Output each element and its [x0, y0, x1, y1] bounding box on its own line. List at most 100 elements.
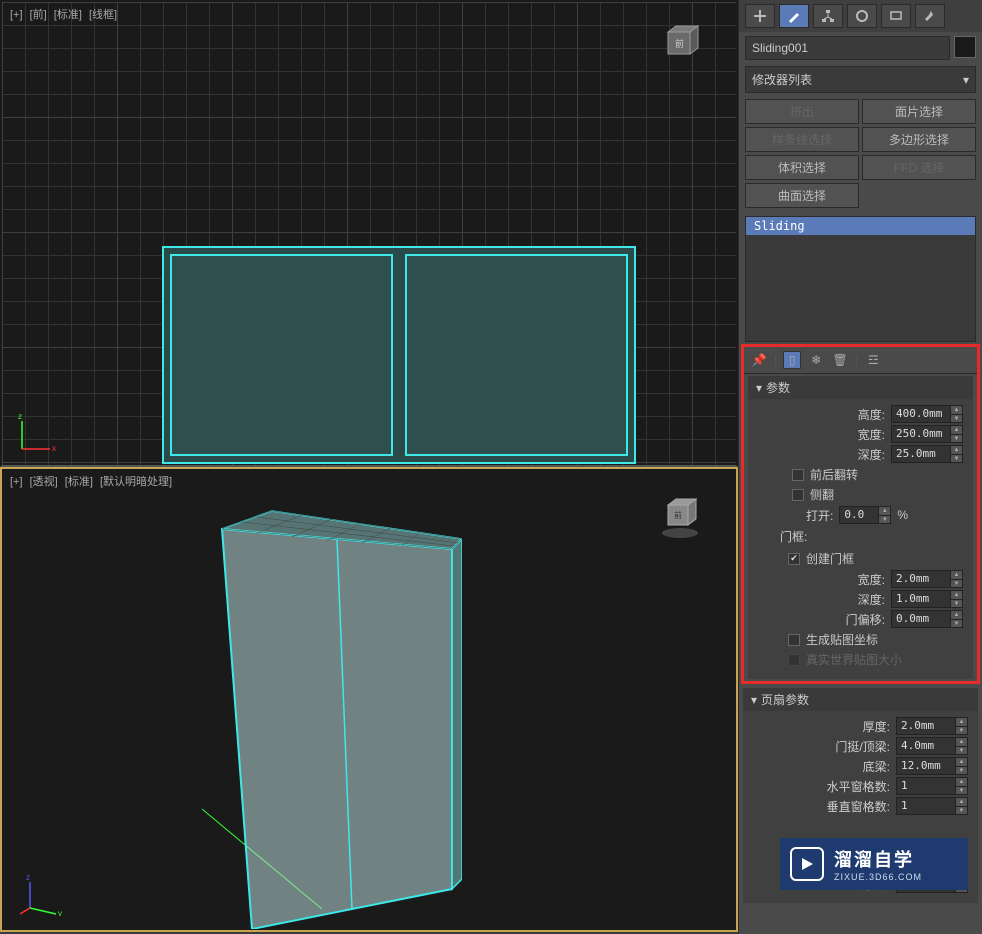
spinner-frame-width[interactable]: 2.0mm▲▼: [891, 570, 963, 588]
spinner-width[interactable]: 250.0mm▲▼: [891, 425, 963, 443]
vp-menu-shading[interactable]: [标准]: [54, 9, 82, 21]
btn-ffd-select[interactable]: FFD 选择: [862, 155, 976, 180]
vp-menu-style[interactable]: [线框]: [89, 9, 117, 21]
label-gen-uv: 生成贴图坐标: [806, 631, 878, 648]
rollout-title: 参数: [766, 379, 790, 396]
btn-vol-select[interactable]: 体积选择: [745, 155, 859, 180]
door-panel-left: [170, 254, 393, 456]
spinner-stile[interactable]: 4.0mm▲▼: [896, 737, 968, 755]
command-panel: 修改器列表 ▾ 挤出 面片选择 样条线选择 多边形选择 体积选择 FFD 选择 …: [738, 0, 982, 934]
watermark-url: ZIXUE.3D66.COM: [834, 872, 922, 882]
modifier-list-dropdown[interactable]: 修改器列表 ▾: [745, 66, 976, 93]
rollout-header-leaf[interactable]: ▾ 页扇参数: [743, 688, 978, 711]
collapse-icon: ▾: [756, 381, 762, 395]
make-unique-icon[interactable]: ❄: [807, 351, 825, 369]
view-cube[interactable]: 前: [656, 493, 704, 541]
label-width: 宽度:: [858, 426, 885, 443]
vp-menu-view[interactable]: [透视]: [30, 476, 58, 488]
vp-menu-view[interactable]: [前]: [30, 9, 47, 21]
spinner-offset[interactable]: 0.0mm▲▼: [891, 610, 963, 628]
chevron-down-icon: ▾: [963, 73, 969, 87]
svg-text:y: y: [58, 909, 62, 916]
watermark-title: 溜溜自学: [834, 846, 922, 872]
spinner-hpanels[interactable]: 1▲▼: [896, 777, 968, 795]
svg-text:前: 前: [674, 510, 682, 520]
show-end-icon[interactable]: ▯: [783, 351, 801, 369]
svg-text:z: z: [26, 874, 30, 882]
rollout-parameters: ▾ 参数 高度: 400.0mm▲▼ 宽度: 250.0mm▲▼ 深度: 25.…: [748, 376, 973, 679]
axis-gizmo-top: z x: [16, 413, 58, 455]
viewport-perspective[interactable]: [+] [透视] [标准] [默认明暗处理] 前: [0, 467, 738, 932]
svg-text:z: z: [18, 413, 22, 421]
door-panel-right: [405, 254, 628, 456]
modifier-stack[interactable]: Sliding: [745, 216, 976, 342]
configure-icon[interactable]: ☲: [864, 351, 882, 369]
btn-poly-select[interactable]: 多边形选择: [862, 127, 976, 152]
tab-modify[interactable]: [779, 4, 809, 28]
svg-text:前: 前: [675, 38, 684, 49]
vp-menu-plus[interactable]: [+]: [10, 9, 23, 21]
label-offset: 门偏移:: [846, 611, 885, 628]
spinner-open[interactable]: 0.0▲▼: [839, 506, 891, 524]
pin-icon[interactable]: 📌: [750, 351, 768, 369]
remove-icon[interactable]: 🗑: [831, 351, 849, 369]
label-hpanels: 水平窗格数:: [827, 778, 890, 795]
object-color-swatch[interactable]: [954, 36, 976, 58]
label-open: 打开:: [806, 507, 833, 524]
btn-extrude[interactable]: 挤出: [745, 99, 859, 124]
spinner-bottom[interactable]: 12.0mm▲▼: [896, 757, 968, 775]
checkbox-flip-front[interactable]: [792, 469, 804, 481]
door-object-perspective[interactable]: [202, 509, 462, 929]
spin-up[interactable]: ▲: [951, 406, 962, 414]
object-name-input[interactable]: [745, 36, 950, 60]
label-frame-width: 宽度:: [858, 571, 885, 588]
checkbox-real-world: [788, 654, 800, 666]
spin-down[interactable]: ▼: [951, 414, 962, 422]
checkbox-gen-uv[interactable]: [788, 634, 800, 646]
spinner-thickness[interactable]: 2.0mm▲▼: [896, 717, 968, 735]
spinner-height[interactable]: 400.0mm▲▼: [891, 405, 963, 423]
checkbox-flip-side[interactable]: [792, 489, 804, 501]
tab-motion[interactable]: [847, 4, 877, 28]
label-flip-side: 侧翻: [810, 486, 834, 503]
viewport-label-top[interactable]: [+] [前] [标准] [线框]: [10, 6, 121, 22]
watermark-badge: 溜溜自学 ZIXUE.3D66.COM: [780, 838, 968, 890]
btn-face-select[interactable]: 面片选择: [862, 99, 976, 124]
play-icon: [790, 847, 824, 881]
vp-menu-shading[interactable]: [标准]: [65, 476, 93, 488]
rollout-title: 页扇参数: [761, 691, 809, 708]
collapse-icon: ▾: [751, 693, 757, 707]
label-create-frame: 创建门框: [806, 550, 854, 567]
label-depth: 深度:: [858, 446, 885, 463]
rollout-header-params[interactable]: ▾ 参数: [748, 376, 973, 399]
checkbox-create-frame[interactable]: ✔: [788, 553, 800, 565]
highlighted-parameters: 📌 | ▯ ❄ 🗑 | ☲ ▾ 参数 高度: 400.0mm▲▼: [741, 344, 980, 684]
label-height: 高度:: [858, 406, 885, 423]
viewport-front[interactable]: [+] [前] [标准] [线框] 前 z x: [0, 0, 738, 467]
vp-menu-plus[interactable]: [+]: [10, 476, 23, 488]
tab-utilities[interactable]: [915, 4, 945, 28]
spinner-depth[interactable]: 25.0mm▲▼: [891, 445, 963, 463]
btn-surf-select[interactable]: 曲面选择: [745, 183, 859, 208]
modifier-stack-item[interactable]: Sliding: [746, 217, 975, 235]
svg-text:x: x: [52, 444, 56, 453]
label-stile: 门挺/顶梁:: [835, 738, 890, 755]
stack-toolbar: 📌 | ▯ ❄ 🗑 | ☲: [744, 347, 977, 374]
label-bottom-rail: 底梁:: [863, 758, 890, 775]
door-object-front[interactable]: [162, 246, 636, 464]
open-unit: %: [897, 508, 908, 522]
btn-spline-select[interactable]: 样条线选择: [745, 127, 859, 152]
label-frame-depth: 深度:: [858, 591, 885, 608]
spinner-frame-depth[interactable]: 1.0mm▲▼: [891, 590, 963, 608]
view-cube[interactable]: 前: [658, 22, 706, 70]
axis-gizmo-bottom: z y x: [20, 874, 62, 916]
label-real-world: 真实世界贴图大小: [806, 651, 902, 668]
vp-menu-style[interactable]: [默认明暗处理]: [100, 476, 172, 488]
tab-display[interactable]: [881, 4, 911, 28]
tab-hierarchy[interactable]: [813, 4, 843, 28]
spinner-vpanels[interactable]: 1▲▼: [896, 797, 968, 815]
tab-create[interactable]: [745, 4, 775, 28]
command-panel-tabs: [739, 0, 982, 32]
viewport-label-bottom[interactable]: [+] [透视] [标准] [默认明暗处理]: [10, 473, 176, 489]
section-frame: 门框:: [758, 526, 963, 547]
